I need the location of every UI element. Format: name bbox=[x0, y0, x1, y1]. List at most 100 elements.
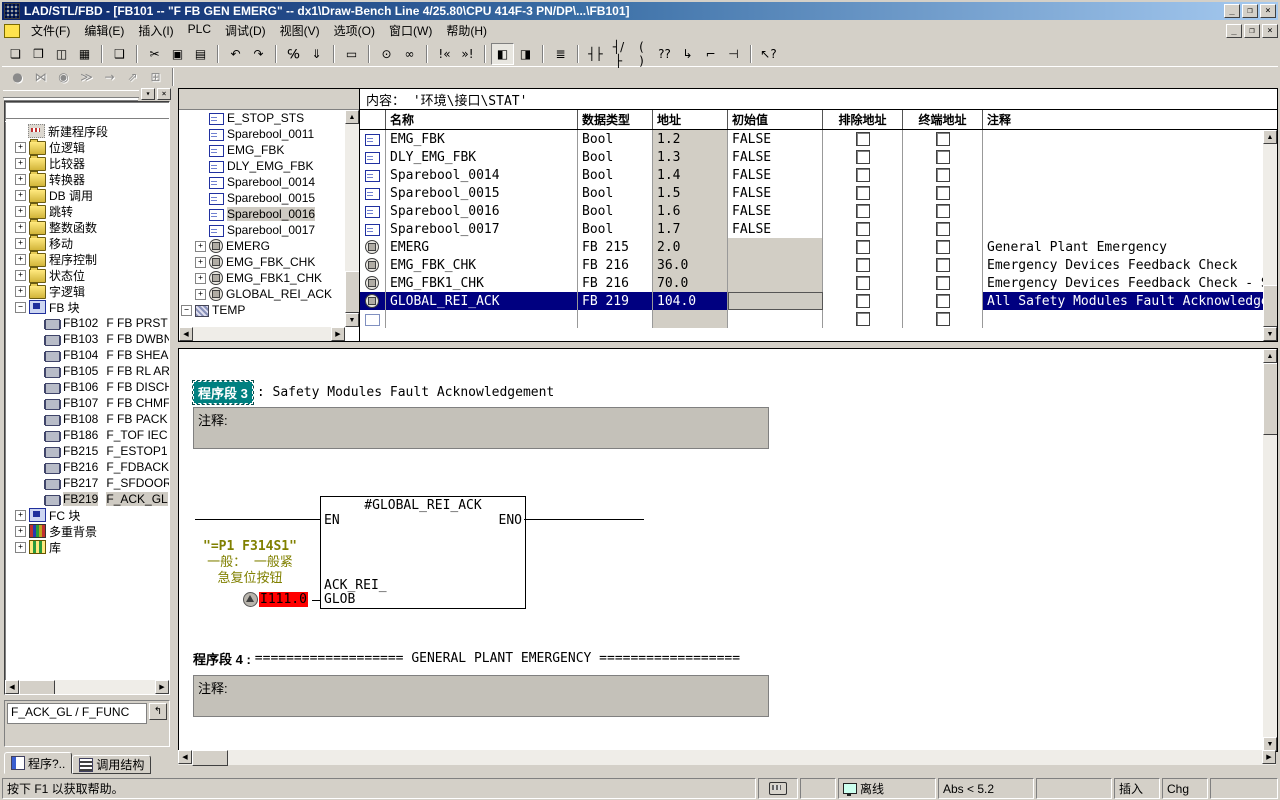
table-row[interactable]: EMG_FBK Bool 1.2 FALSE bbox=[360, 130, 1277, 148]
interface-item[interactable]: EMG_FBK bbox=[179, 142, 359, 158]
redo-icon[interactable]: ↷ bbox=[247, 42, 270, 65]
new-document-icon[interactable]: ❏ bbox=[4, 42, 27, 65]
catalog-item[interactable]: FB217 F_SFDOOR bbox=[5, 475, 169, 491]
scroll-thumb[interactable] bbox=[1263, 285, 1277, 327]
scroll-down-icon[interactable]: ▼ bbox=[1263, 327, 1277, 341]
column-header[interactable]: 初始值 bbox=[728, 110, 823, 129]
download-icon[interactable]: ⇓ bbox=[305, 42, 328, 65]
interface-item[interactable]: DLY_EMG_FBK bbox=[179, 158, 359, 174]
table-row[interactable]: EMG_FBK_CHK FB 216 36.0 Emergency Device… bbox=[360, 256, 1277, 274]
terminal-address-checkbox[interactable] bbox=[935, 150, 950, 164]
interface-item[interactable]: − TEMP bbox=[179, 302, 359, 318]
catalog-item[interactable]: FB105 F FB RL ARE bbox=[5, 363, 169, 379]
rung-up-icon[interactable]: ⌐ bbox=[699, 42, 722, 65]
interface-item[interactable]: Sparebool_0014 bbox=[179, 174, 359, 190]
copy-icon[interactable]: ▣ bbox=[166, 42, 189, 65]
menu-item[interactable]: 选项(O) bbox=[327, 20, 382, 41]
expander-icon[interactable]: + bbox=[15, 221, 26, 233]
interface-item[interactable]: Sparebool_0015 bbox=[179, 190, 359, 206]
expander-icon[interactable]: + bbox=[195, 288, 206, 300]
catalog-item[interactable]: + 状态位 bbox=[5, 266, 169, 283]
expander-icon[interactable]: + bbox=[195, 272, 206, 284]
exclude-address-checkbox[interactable] bbox=[855, 294, 870, 308]
network-4-label[interactable]: 程序段 4 : bbox=[193, 649, 251, 668]
network-4-comment-box[interactable]: 注释: bbox=[193, 675, 769, 717]
catalog-item[interactable]: FB103 F FB DWBN bbox=[5, 331, 169, 347]
restore-button[interactable]: ❐ bbox=[1242, 4, 1258, 18]
table-row[interactable]: Sparebool_0015 Bool 1.5 FALSE bbox=[360, 184, 1277, 202]
catalog-item[interactable]: FB215 F_ESTOP1 bbox=[5, 443, 169, 459]
scroll-thumb[interactable] bbox=[192, 750, 228, 766]
expander-icon[interactable]: + bbox=[15, 541, 26, 553]
table-row[interactable]: EMG_FBK1_CHK FB 216 70.0 Emergency Devic… bbox=[360, 274, 1277, 292]
expander-icon[interactable]: + bbox=[195, 240, 206, 252]
terminal-address-checkbox[interactable] bbox=[935, 204, 950, 218]
panel-dropdown-icon[interactable]: ▾ bbox=[141, 88, 155, 100]
interface-item[interactable]: E_STOP_STS bbox=[179, 110, 359, 126]
minimize-button[interactable]: _ bbox=[1224, 4, 1240, 18]
terminal-address-checkbox[interactable] bbox=[935, 186, 950, 200]
fb-call-block[interactable]: #GLOBAL_REI_ACK EN ENO ACK_REI_ GLOB bbox=[320, 496, 526, 609]
column-header[interactable]: 终端地址 bbox=[903, 110, 983, 129]
column-header[interactable]: 数据类型 bbox=[578, 110, 653, 129]
scroll-left-icon[interactable]: ◀ bbox=[178, 750, 192, 764]
scroll-right-icon[interactable]: ▶ bbox=[331, 327, 345, 341]
panel-close-icon[interactable]: × bbox=[157, 88, 171, 100]
interface-item[interactable]: + EMERG bbox=[179, 238, 359, 254]
exclude-address-checkbox[interactable] bbox=[855, 222, 870, 236]
table-row[interactable]: EMERG FB 215 2.0 General Plant Emergency bbox=[360, 238, 1277, 256]
terminal-address-checkbox[interactable] bbox=[935, 132, 950, 146]
catalog-item[interactable]: + FC 块 bbox=[5, 507, 169, 523]
column-header[interactable]: 地址 bbox=[653, 110, 728, 129]
catalog-item[interactable]: 新建程序段 bbox=[5, 123, 169, 139]
exclude-address-checkbox[interactable] bbox=[855, 150, 870, 164]
contact-no-icon[interactable]: ┤├ bbox=[584, 42, 607, 65]
terminal-address-checkbox[interactable] bbox=[935, 240, 950, 254]
close-button[interactable]: × bbox=[1260, 4, 1276, 18]
catalog-item[interactable]: + 库 bbox=[5, 539, 169, 555]
interface-item[interactable]: Sparebool_0017 bbox=[179, 222, 359, 238]
catalog-item[interactable]: + 移动 bbox=[5, 234, 169, 251]
help-select-icon[interactable]: ↖? bbox=[757, 42, 780, 65]
table-row[interactable]: GLOBAL_REI_ACK FB 219 104.0 All Safety M… bbox=[360, 292, 1277, 310]
menu-item[interactable]: 窗口(W) bbox=[382, 20, 439, 41]
goto-address-icon[interactable]: ℅ bbox=[282, 42, 305, 65]
exclude-address-checkbox[interactable] bbox=[855, 186, 870, 200]
new-network-icon[interactable]: ≣ bbox=[549, 42, 572, 65]
terminal-address-checkbox[interactable] bbox=[935, 294, 950, 308]
scroll-right-icon[interactable]: ▶ bbox=[1262, 750, 1276, 764]
scroll-right-icon[interactable]: ▶ bbox=[155, 680, 169, 695]
interface-item[interactable]: + EMG_FBK_CHK bbox=[179, 254, 359, 270]
panel-tab[interactable]: 程序?.. bbox=[4, 752, 73, 774]
exclude-address-checkbox[interactable] bbox=[855, 276, 870, 290]
save-all-icon[interactable]: ◫ bbox=[50, 42, 73, 65]
paste-icon[interactable]: ▤ bbox=[189, 42, 212, 65]
cut-icon[interactable]: ✂ bbox=[143, 42, 166, 65]
expander-icon[interactable]: + bbox=[15, 205, 26, 217]
catalog-item[interactable]: FB106 F FB DISCH bbox=[5, 379, 169, 395]
scroll-up-icon[interactable]: ▲ bbox=[1263, 130, 1277, 144]
expander-icon[interactable]: + bbox=[15, 285, 26, 297]
network-4-header[interactable]: 程序段 4 : =================== GENERAL PLAN… bbox=[193, 649, 740, 668]
terminal-address-checkbox[interactable] bbox=[935, 168, 950, 182]
network-3-label[interactable]: 程序段 3 bbox=[192, 380, 254, 405]
table-row[interactable]: Sparebool_0014 Bool 1.4 FALSE bbox=[360, 166, 1277, 184]
menu-item[interactable]: 文件(F) bbox=[24, 20, 77, 41]
operand-row[interactable]: I111.0 bbox=[243, 592, 308, 607]
coil-icon[interactable]: ( ) bbox=[630, 40, 653, 68]
expander-icon[interactable]: + bbox=[15, 157, 26, 169]
interface-item[interactable]: + EMG_FBK1_CHK bbox=[179, 270, 359, 286]
exclude-address-checkbox[interactable] bbox=[855, 204, 870, 218]
terminal-address-checkbox[interactable] bbox=[935, 222, 950, 236]
expander-icon[interactable]: − bbox=[15, 301, 26, 313]
open-branch-icon[interactable]: ↳ bbox=[676, 42, 699, 65]
catalog-item[interactable]: + DB 调用 bbox=[5, 186, 169, 203]
interface-item[interactable]: Sparebool_0011 bbox=[179, 126, 359, 142]
expander-icon[interactable]: + bbox=[15, 253, 26, 265]
catalog-item[interactable]: FB219 F_ACK_GL bbox=[5, 491, 169, 507]
network-3-header[interactable]: 程序段 3 : Safety Modules Fault Acknowledge… bbox=[192, 380, 554, 405]
scroll-left-icon[interactable]: ◀ bbox=[5, 680, 19, 695]
previous-error-icon[interactable]: !« bbox=[433, 42, 456, 65]
terminal-address-checkbox[interactable] bbox=[935, 276, 950, 290]
save-icon[interactable]: ▦ bbox=[73, 42, 96, 65]
